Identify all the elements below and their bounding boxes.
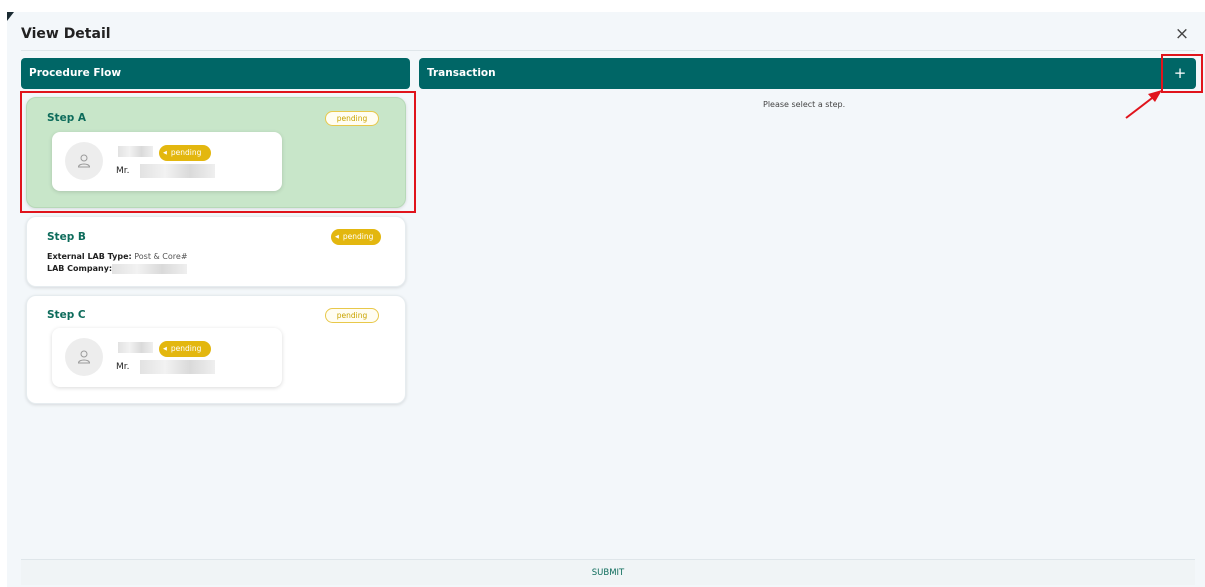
avatar [65, 338, 103, 376]
step-title: Step C [47, 309, 86, 321]
lab-company-line: LAB Company: [47, 264, 112, 273]
procedure-flow-header: Procedure Flow [21, 58, 410, 89]
assignee-status-badge: ◀ pending [159, 341, 211, 357]
status-text: pending [342, 232, 374, 241]
empty-transaction-message: Please select a step. [763, 100, 846, 109]
lab-type-value: Post & Core# [134, 252, 188, 261]
lab-company-label: LAB Company: [47, 264, 113, 273]
status-badge: pending [325, 308, 379, 323]
caret-left-icon: ◀ [163, 346, 167, 352]
corner-decoration [7, 12, 14, 21]
lab-type-line: External LAB Type: Post & Core# [47, 252, 188, 261]
annotation-arrow-icon [1125, 90, 1162, 119]
close-icon[interactable]: × [1173, 25, 1191, 43]
dialog-title: View Detail [21, 26, 111, 42]
submit-button[interactable]: SUBMIT [21, 559, 1195, 585]
name-prefix: Mr. [116, 362, 130, 372]
redacted-name [118, 342, 153, 353]
assignee-card[interactable]: ◀ pending Mr. [52, 328, 282, 387]
transaction-header: Transaction [419, 58, 1196, 89]
caret-left-icon: ◀ [335, 234, 339, 240]
assignee-status-text: pending [170, 344, 202, 353]
redacted-full-name [140, 360, 215, 374]
highlight-add-button [1161, 54, 1203, 93]
status-badge: ◀ pending [331, 229, 381, 245]
step-card-b[interactable]: Step B ◀ pending External LAB Type: Post … [26, 216, 406, 287]
lab-type-label: External LAB Type: [47, 252, 132, 261]
step-card-c[interactable]: Step C pending ◀ pending Mr. [26, 295, 406, 404]
highlight-step-a [20, 91, 416, 213]
step-title: Step B [47, 231, 86, 243]
redacted-lab-company [112, 264, 187, 274]
title-divider [21, 50, 1195, 51]
user-icon [77, 350, 91, 364]
